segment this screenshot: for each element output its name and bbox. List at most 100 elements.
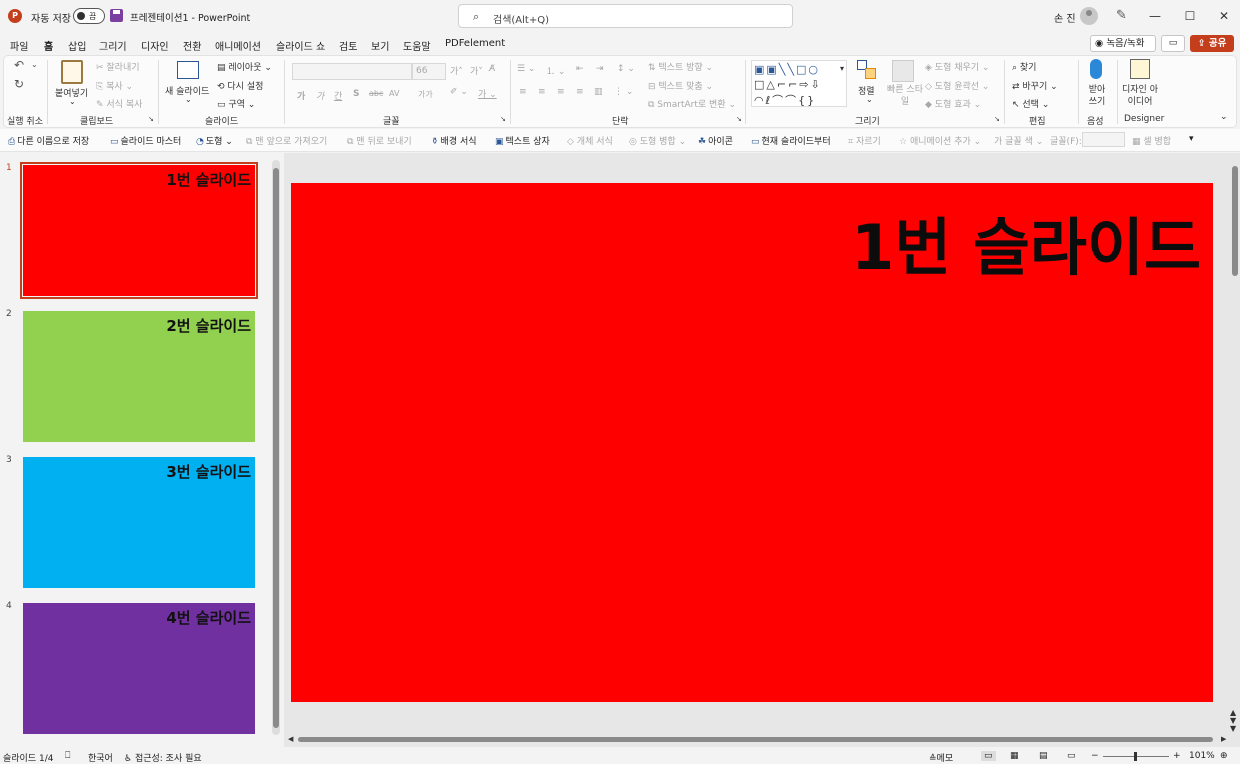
scrollbar-thumb[interactable] xyxy=(298,737,1213,742)
italic-button[interactable]: 가 xyxy=(316,89,324,102)
designer-ideas-label[interactable]: 디자인 아이디어 xyxy=(1120,84,1160,108)
arrange-icon[interactable] xyxy=(857,60,877,80)
tab-help[interactable]: 도움말 xyxy=(403,38,431,53)
qa-format-object[interactable]: ◇ 개체 서식 xyxy=(567,134,613,147)
new-slide-icon[interactable] xyxy=(177,61,199,79)
font-shrink-icon[interactable]: 가˅ xyxy=(470,64,483,77)
share-button[interactable]: ⇪ 공유 xyxy=(1190,35,1234,52)
font-size-combo[interactable]: 66 xyxy=(412,63,446,80)
microphone-icon[interactable] xyxy=(1090,59,1102,79)
tab-slideshow[interactable]: 슬라이드 쇼 xyxy=(276,38,325,53)
tab-review[interactable]: 검토 xyxy=(339,38,357,53)
shapes-row-3[interactable]: ◠ℓ⌒⌒{} xyxy=(754,92,816,108)
layout-button[interactable]: ▤ 레이아웃 ⌄ xyxy=(217,60,272,73)
chevron-down-icon[interactable]: ⌄ xyxy=(69,97,76,106)
highlight-icon[interactable]: ✐ ⌄ xyxy=(450,87,468,97)
zoom-level[interactable]: 101% xyxy=(1189,751,1215,761)
chevron-down-icon[interactable]: ⌄ xyxy=(185,95,192,104)
minimize-button[interactable]: — xyxy=(1144,6,1166,26)
slideshow-view-icon[interactable]: ▭ xyxy=(1067,751,1076,761)
tab-transitions[interactable]: 전환 xyxy=(183,38,201,53)
tab-home[interactable]: 홈 xyxy=(44,38,54,58)
record-button[interactable]: ◉ 녹음/녹화 xyxy=(1090,35,1156,52)
scroll-right-icon[interactable]: ▶ xyxy=(1221,735,1226,743)
maximize-button[interactable]: ☐ xyxy=(1179,6,1201,26)
columns-icon[interactable]: ▥ xyxy=(594,87,603,97)
dialog-launcher-icon[interactable]: ↘ xyxy=(994,115,1000,123)
paste-icon[interactable] xyxy=(61,60,83,84)
dialog-launcher-icon[interactable]: ↘ xyxy=(500,115,506,123)
slide-thumbnail[interactable]: 4번 슬라이드 xyxy=(23,603,255,734)
spelling-icon[interactable]: ⎕ xyxy=(65,751,70,761)
replace-button[interactable]: ⇄ 바꾸기 ⌄ xyxy=(1012,79,1058,92)
underline-button[interactable]: 간 xyxy=(334,89,342,102)
quick-styles-icon[interactable] xyxy=(892,60,914,82)
zoom-out-icon[interactable]: − xyxy=(1091,751,1099,761)
font-name-combo[interactable] xyxy=(292,63,412,80)
shapes-row-2[interactable]: □△⌐⌐⇨⇩ xyxy=(754,78,822,91)
qa-send-back[interactable]: ⧉ 맨 뒤로 보내기 xyxy=(347,134,412,147)
clear-format-icon[interactable]: A̸ xyxy=(489,64,495,74)
gallery-more-icon[interactable]: ▾ xyxy=(840,64,844,73)
shadow-button[interactable]: S xyxy=(353,89,359,99)
scroll-left-icon[interactable]: ◀ xyxy=(288,735,293,743)
editor-vertical-scrollbar[interactable] xyxy=(1231,158,1239,738)
align-left-icon[interactable]: ≡ xyxy=(519,87,527,97)
tab-pdfelement[interactable]: PDFelement xyxy=(445,38,505,49)
qa-font-color[interactable]: 가 글꼴 색 ⌄ xyxy=(994,134,1043,147)
qa-save-as[interactable]: ⎙ 다른 이름으로 저장 xyxy=(8,134,89,147)
pen-icon[interactable]: ✎ xyxy=(1116,8,1127,23)
reading-view-icon[interactable]: ▤ xyxy=(1039,751,1048,761)
search-box[interactable]: ⌕ 검색(Alt+Q) xyxy=(458,4,793,28)
tab-draw[interactable]: 그리기 xyxy=(99,38,127,53)
reset-button[interactable]: ⟲ 다시 설정 xyxy=(217,79,263,92)
qa-merge-cells[interactable]: ▦ 셀 병합 xyxy=(1132,134,1171,147)
close-button[interactable]: ✕ xyxy=(1213,6,1235,26)
shape-effects-button[interactable]: ◆ 도형 효과 ⌄ xyxy=(925,97,981,110)
redo-icon[interactable]: ↻ xyxy=(14,77,24,91)
numbering-icon[interactable]: ⒈ ⌄ xyxy=(546,64,565,77)
slide-title[interactable]: 1번 슬라이드 xyxy=(851,197,1201,287)
tab-animations[interactable]: 애니메이션 xyxy=(215,38,261,53)
char-spacing-button[interactable]: AV xyxy=(389,89,399,98)
qa-bring-front[interactable]: ⧉ 맨 앞으로 가져오기 xyxy=(246,134,327,147)
slide-thumbnail[interactable]: 3번 슬라이드 xyxy=(23,457,255,588)
qa-slide-master[interactable]: ▭ 슬라이드 마스터 xyxy=(110,134,181,147)
undo-icon[interactable]: ↶ xyxy=(14,58,24,72)
cut-button[interactable]: ✂ 잘라내기 xyxy=(96,60,140,73)
align-center-icon[interactable]: ≡ xyxy=(538,87,546,97)
qa-crop[interactable]: ⌗ 자르기 xyxy=(848,134,881,147)
slide-thumbnail[interactable]: 1번 슬라이드 xyxy=(20,162,258,299)
fit-to-window-icon[interactable]: ⊕ xyxy=(1220,751,1228,761)
qa-shapes[interactable]: ◔ 도형 ⌄ xyxy=(196,134,233,147)
chevron-down-icon[interactable]: ⌄ xyxy=(31,60,38,69)
copy-button[interactable]: ⎘ 복사 ⌄ xyxy=(96,79,133,92)
select-button[interactable]: ↖ 선택 ⌄ xyxy=(1012,97,1049,110)
scrollbar-thumb[interactable] xyxy=(1232,166,1238,276)
quick-styles-label[interactable]: 빠른 스타일 xyxy=(885,84,925,108)
save-icon[interactable] xyxy=(110,9,123,22)
bullets-icon[interactable]: ☰ ⌄ xyxy=(517,64,535,74)
decrease-indent-icon[interactable]: ⇤ xyxy=(576,64,584,74)
smartart-button[interactable]: ⧉ SmartArt로 변환 ⌄ xyxy=(648,97,736,110)
notes-button[interactable]: ≙메모 xyxy=(929,751,953,764)
zoom-in-icon[interactable]: + xyxy=(1173,751,1181,761)
tab-view[interactable]: 보기 xyxy=(371,38,389,53)
qa-font-combo[interactable] xyxy=(1082,132,1125,147)
zoom-slider-thumb[interactable] xyxy=(1134,752,1137,761)
qa-from-current-slide[interactable]: ▭ 현재 슬라이드부터 xyxy=(751,134,831,147)
avatar[interactable] xyxy=(1080,7,1098,25)
shapes-gallery[interactable]: ▣▣╲╲□○ □△⌐⌐⇨⇩ ◠ℓ⌒⌒{} xyxy=(751,60,847,107)
comment-icon[interactable]: ▭ xyxy=(1161,35,1185,52)
qa-merge-shapes[interactable]: ◎ 도형 병합 ⌄ xyxy=(629,134,686,147)
change-case-button[interactable]: 가가 xyxy=(418,89,433,100)
qa-customize-icon[interactable]: ▾ xyxy=(1189,134,1194,144)
strikethrough-button[interactable]: abc xyxy=(369,89,383,98)
line-spacing-icon[interactable]: ↕ ⌄ xyxy=(617,64,635,74)
dictate-label[interactable]: 받아 쓰기 xyxy=(1084,84,1110,108)
dialog-launcher-icon[interactable]: ↘ xyxy=(148,115,154,123)
tab-design[interactable]: 디자인 xyxy=(141,38,169,53)
shape-outline-button[interactable]: ◇ 도형 윤곽선 ⌄ xyxy=(925,79,989,92)
autosave-toggle[interactable]: 끔 xyxy=(73,8,105,24)
current-slide[interactable]: 1번 슬라이드 xyxy=(291,183,1213,702)
